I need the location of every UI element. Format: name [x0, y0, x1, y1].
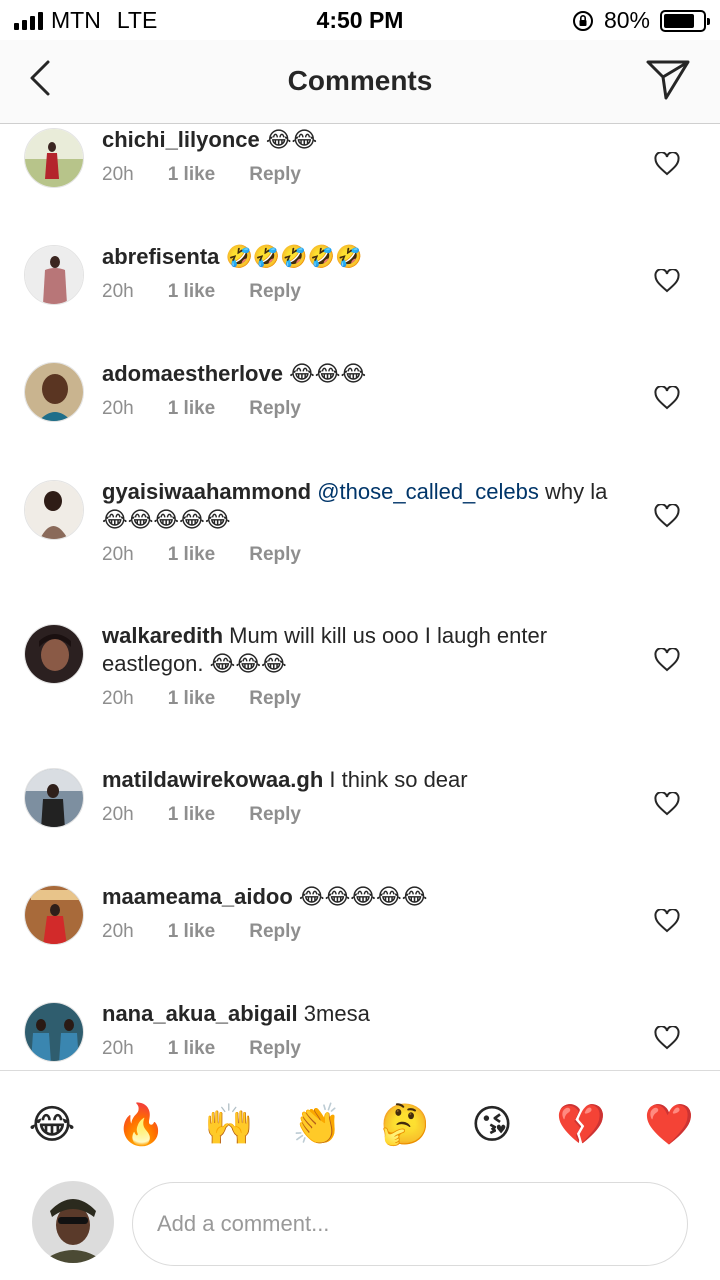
- comment-time: 20h: [102, 921, 134, 942]
- page-title: Comments: [287, 65, 433, 96]
- comment-username[interactable]: walkaredith: [102, 623, 223, 648]
- comment-likes[interactable]: 1 like: [168, 544, 216, 566]
- avatar[interactable]: [24, 624, 84, 684]
- comment-username[interactable]: matildawirekowaa.gh: [102, 767, 323, 792]
- avatar-photo: [32, 1181, 114, 1263]
- comment-text: 3mesa: [297, 1001, 370, 1026]
- comment-time: 20h: [102, 281, 134, 302]
- comment-likes[interactable]: 1 like: [168, 164, 216, 186]
- like-heart-icon[interactable]: [654, 792, 680, 816]
- paper-plane-icon[interactable]: [644, 56, 692, 102]
- comment-time: 20h: [102, 804, 134, 825]
- reply-button[interactable]: Reply: [249, 688, 301, 710]
- comment-username[interactable]: abrefisenta: [102, 244, 219, 269]
- comment-username[interactable]: chichi_lilyonce: [102, 127, 260, 152]
- comment-text: 🤣🤣🤣🤣🤣: [219, 244, 363, 269]
- avatar-photo: [25, 363, 83, 421]
- kissing-face-icon[interactable]: 😘: [468, 1101, 516, 1149]
- comment-username[interactable]: adomaestherlove: [102, 361, 283, 386]
- comment-time: 20h: [102, 398, 134, 419]
- comment-likes[interactable]: 1 like: [168, 281, 216, 303]
- battery-tip: [707, 17, 710, 25]
- broken-heart-icon[interactable]: 💔: [556, 1101, 606, 1149]
- comment-likes[interactable]: 1 like: [168, 398, 216, 420]
- comment-username[interactable]: nana_akua_abigail: [102, 1001, 298, 1026]
- comment-likes[interactable]: 1 like: [168, 1038, 216, 1060]
- status-right: 80%: [572, 7, 710, 34]
- comment-username[interactable]: maameama_aidoo: [102, 884, 293, 909]
- raising-hands-icon[interactable]: 🙌: [204, 1101, 254, 1149]
- like-heart-icon[interactable]: [654, 152, 680, 176]
- like-heart-icon[interactable]: [654, 269, 680, 293]
- current-user-avatar: [32, 1181, 114, 1263]
- clapping-hands-icon[interactable]: 👏: [292, 1101, 342, 1149]
- comment-time: 20h: [102, 164, 134, 185]
- comment-username[interactable]: gyaisiwaahammond: [102, 479, 311, 504]
- comment-mention[interactable]: @those_called_celebs: [311, 479, 539, 504]
- reply-button[interactable]: Reply: [249, 544, 301, 566]
- nav-header: Comments: [0, 40, 720, 124]
- reply-button[interactable]: Reply: [249, 281, 301, 303]
- comment-text: 😂😂: [259, 127, 318, 152]
- reply-button[interactable]: Reply: [249, 164, 301, 186]
- add-comment-input[interactable]: [132, 1182, 688, 1266]
- comment-text: I think so dear: [323, 767, 468, 792]
- like-heart-icon[interactable]: [654, 386, 680, 410]
- comment-likes[interactable]: 1 like: [168, 804, 216, 826]
- like-heart-icon[interactable]: [654, 909, 680, 933]
- avatar-photo: [25, 129, 83, 187]
- comment-composer: [0, 1178, 720, 1280]
- emoji-quick-reactions: 😂 🔥 🙌 👏 🤔 😘 💔 ❤️: [0, 1070, 720, 1178]
- avatar[interactable]: [24, 362, 84, 422]
- avatar-photo: [25, 481, 83, 539]
- comment-text: 😂😂😂: [282, 361, 367, 386]
- avatar[interactable]: [24, 128, 84, 188]
- avatar[interactable]: [24, 245, 84, 305]
- battery-fill: [664, 13, 695, 28]
- avatar[interactable]: [24, 885, 84, 945]
- avatar[interactable]: [24, 480, 84, 540]
- battery-percent: 80%: [603, 7, 650, 33]
- reply-button[interactable]: Reply: [249, 398, 301, 420]
- reply-button[interactable]: Reply: [249, 1038, 301, 1060]
- comment-likes[interactable]: 1 like: [168, 921, 216, 943]
- face-with-tears-of-joy-icon[interactable]: 😂: [28, 1101, 76, 1149]
- avatar[interactable]: [24, 1002, 84, 1062]
- red-heart-icon[interactable]: ❤️: [644, 1101, 694, 1149]
- avatar-photo: [25, 886, 83, 944]
- comment-time: 20h: [102, 688, 134, 709]
- reply-button[interactable]: Reply: [249, 804, 301, 826]
- thinking-face-icon[interactable]: 🤔: [380, 1101, 430, 1149]
- avatar[interactable]: [24, 768, 84, 828]
- fire-icon[interactable]: 🔥: [116, 1101, 166, 1149]
- avatar-photo: [25, 769, 83, 827]
- comment-text: 😂😂😂😂😂: [292, 884, 428, 909]
- comments-list[interactable]: chichi_lilyonce 😂😂 20h 1 like Reply abre…: [0, 124, 720, 1070]
- like-heart-icon[interactable]: [654, 504, 680, 528]
- comment-likes[interactable]: 1 like: [168, 688, 216, 710]
- avatar-photo: [25, 1003, 83, 1061]
- avatar-photo: [25, 625, 83, 683]
- like-heart-icon[interactable]: [654, 648, 680, 672]
- status-bar: MTN LTE 4:50 PM 80%: [0, 0, 720, 40]
- comment-time: 20h: [102, 1038, 134, 1059]
- comment-time: 20h: [102, 544, 134, 565]
- like-heart-icon[interactable]: [654, 1026, 680, 1050]
- battery-icon: [660, 9, 710, 32]
- reply-button[interactable]: Reply: [249, 921, 301, 943]
- avatar-photo: [25, 246, 83, 304]
- orientation-lock-icon: [572, 10, 593, 31]
